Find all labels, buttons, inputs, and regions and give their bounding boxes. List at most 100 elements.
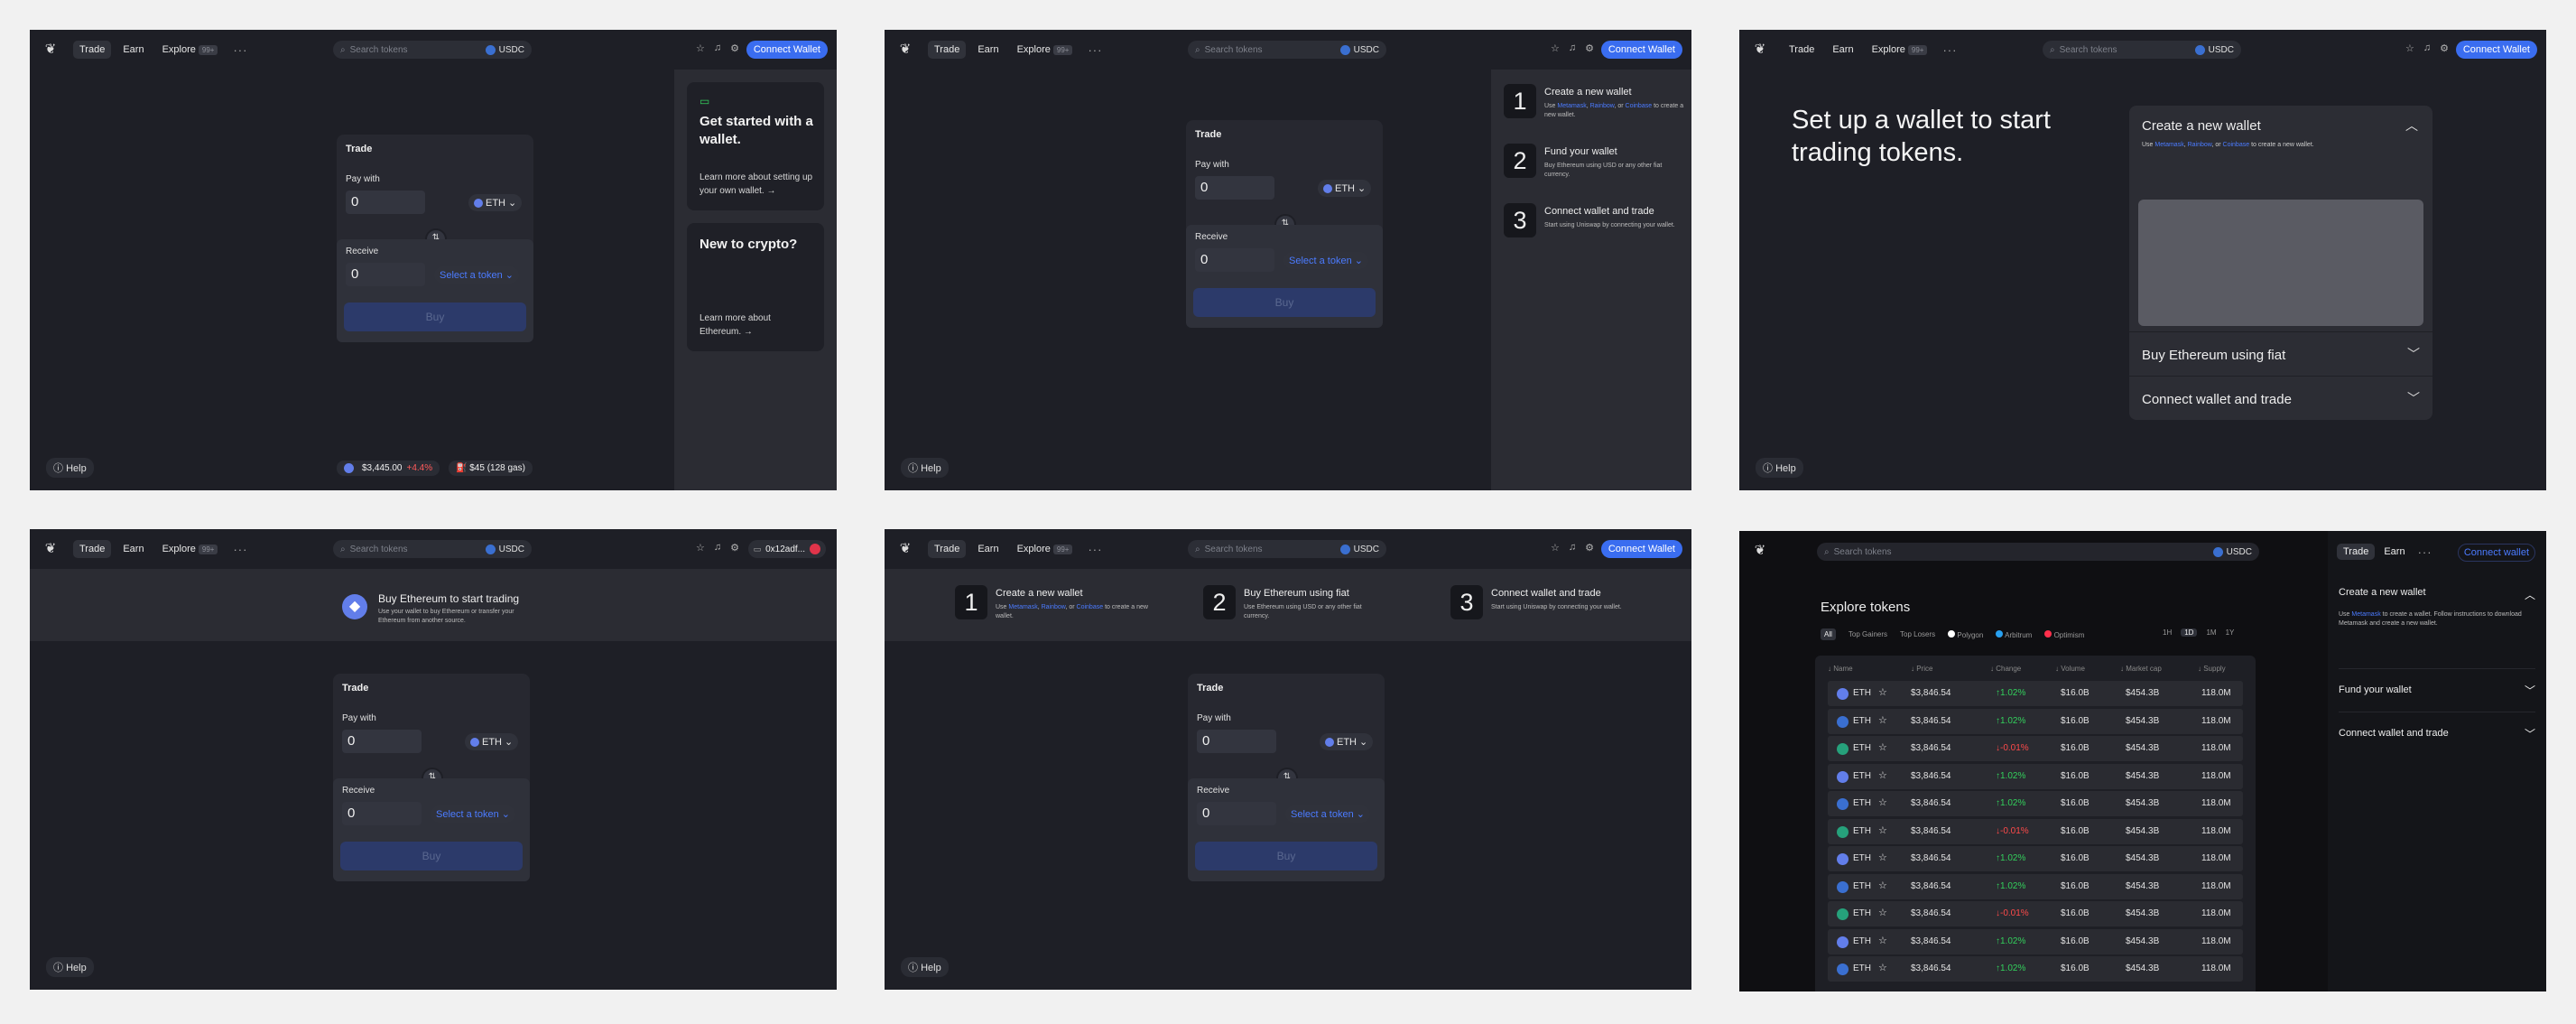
search-input[interactable]: ⌕ Search tokens USDC: [2043, 41, 2241, 59]
filter-all[interactable]: All: [1821, 628, 1836, 640]
receive-amount-input[interactable]: 0: [1195, 248, 1274, 272]
col-supply[interactable]: ↓ Supply: [2198, 665, 2226, 673]
select-token-button[interactable]: Select a token ⌄: [434, 266, 519, 284]
gear-icon[interactable]: ⚙: [730, 542, 739, 554]
nav-explore[interactable]: Explore 99+: [156, 41, 225, 59]
chevron-up-icon[interactable]: ︿: [2405, 116, 2418, 135]
star-icon[interactable]: ☆: [1878, 935, 1887, 946]
col-volume[interactable]: ↓ Volume: [2055, 665, 2085, 673]
table-row[interactable]: ETH $3,846.54 ↑1.02% $16.0B $454.3B 118.0M ☆: [1828, 846, 2243, 871]
star-icon[interactable]: ☆: [1551, 42, 1560, 54]
rainbow-link[interactable]: Rainbow: [2188, 142, 2212, 148]
pay-token-selector[interactable]: ETH ⌄: [1318, 180, 1372, 197]
connect-wallet-button[interactable]: Connect Wallet: [2455, 41, 2537, 59]
table-row[interactable]: ETH $3,846.54 ↑1.02% $16.0B $454.3B 118.0M ☆: [1828, 928, 2243, 954]
star-icon[interactable]: ☆: [696, 542, 705, 554]
gear-icon[interactable]: ⚙: [730, 42, 739, 54]
bell-icon[interactable]: ♫: [1569, 42, 1576, 54]
gear-icon[interactable]: ⚙: [2440, 42, 2449, 54]
nav-explore[interactable]: Explore 99+: [1011, 41, 1080, 59]
nav-trade[interactable]: Trade: [928, 41, 967, 59]
select-token-button[interactable]: Select a token ⌄: [1285, 805, 1370, 823]
star-icon[interactable]: ☆: [1878, 796, 1887, 808]
connect-wallet-button[interactable]: Connect Wallet: [1600, 540, 1682, 558]
help-button[interactable]: ⓘ Help: [901, 458, 949, 478]
account-button[interactable]: ▭ 0x12adf...: [747, 540, 826, 558]
nav-trade[interactable]: Trade: [928, 540, 967, 558]
pay-amount-input[interactable]: 0: [1197, 730, 1276, 753]
search-input[interactable]: ⌕ Search tokens USDC: [1188, 540, 1386, 558]
more-menu-icon[interactable]: ···: [229, 543, 251, 556]
filter-optimism[interactable]: Optimism: [2044, 629, 2084, 639]
more-menu-icon[interactable]: ···: [1939, 43, 1960, 57]
help-button[interactable]: ⓘ Help: [46, 458, 94, 478]
star-icon[interactable]: ☆: [1878, 714, 1887, 726]
period-1m[interactable]: 1M: [2206, 628, 2216, 637]
buy-button[interactable]: Buy: [344, 303, 526, 331]
new-to-crypto-link[interactable]: Learn more about Ethereum. →: [700, 312, 808, 339]
unicorn-logo-icon[interactable]: ❦: [897, 541, 913, 557]
accordion-title[interactable]: Create a new wallet: [2142, 118, 2261, 134]
currency-selector[interactable]: USDC: [2194, 44, 2234, 55]
period-1d[interactable]: 1D: [2181, 628, 2198, 637]
star-icon[interactable]: ☆: [1878, 880, 1887, 891]
new-to-crypto-card[interactable]: New to crypto? Learn more about Ethereum…: [687, 223, 824, 351]
select-token-button[interactable]: Select a token ⌄: [431, 805, 515, 823]
get-started-card[interactable]: ▭ Get started with a wallet. Learn more …: [687, 82, 824, 210]
video-placeholder[interactable]: [2138, 200, 2423, 326]
unicorn-logo-icon[interactable]: ❦: [42, 541, 59, 557]
currency-selector[interactable]: USDC: [1339, 44, 1379, 55]
receive-amount-input[interactable]: 0: [1197, 802, 1276, 825]
nav-earn[interactable]: Earn: [1826, 41, 1859, 59]
nav-trade[interactable]: Trade: [2337, 544, 2376, 560]
pay-amount-input[interactable]: 0: [1195, 176, 1274, 200]
accordion-title[interactable]: Create a new wallet: [2339, 587, 2535, 598]
receive-amount-input[interactable]: 0: [346, 263, 425, 286]
nav-trade[interactable]: Trade: [73, 41, 112, 59]
more-menu-icon[interactable]: ···: [229, 43, 251, 57]
period-1y[interactable]: 1Y: [2226, 628, 2235, 637]
star-icon[interactable]: ☆: [1878, 769, 1887, 781]
currency-selector[interactable]: USDC: [485, 44, 524, 55]
star-icon[interactable]: ☆: [1878, 824, 1887, 836]
help-button[interactable]: ⓘ Help: [46, 957, 94, 977]
get-started-link[interactable]: Learn more about setting up your own wal…: [700, 171, 817, 198]
nav-earn[interactable]: Earn: [971, 41, 1005, 59]
unicorn-logo-icon[interactable]: ❦: [897, 42, 913, 58]
star-icon[interactable]: ☆: [1878, 907, 1887, 918]
filter-arbitrum[interactable]: Arbitrum: [1996, 629, 2032, 639]
nav-trade[interactable]: Trade: [73, 540, 112, 558]
connect-wallet-button[interactable]: Connect wallet: [2457, 544, 2535, 562]
rainbow-link[interactable]: Rainbow: [1042, 604, 1066, 610]
receive-amount-input[interactable]: 0: [342, 802, 422, 825]
table-row[interactable]: ETH $3,846.54 ↑1.02% $16.0B $454.3B 118.0M ☆: [1828, 791, 2243, 816]
more-menu-icon[interactable]: ···: [1084, 43, 1106, 57]
nav-trade[interactable]: Trade: [1783, 41, 1821, 59]
pay-token-selector[interactable]: ETH ⌄: [1320, 733, 1374, 750]
help-button[interactable]: ⓘ Help: [901, 957, 949, 977]
search-input[interactable]: ⌕ Search tokens USDC: [333, 41, 532, 59]
filter-top-gainers[interactable]: Top Gainers: [1849, 630, 1887, 638]
nav-earn[interactable]: Earn: [2382, 544, 2406, 560]
col-price[interactable]: ↓ Price: [1911, 665, 1932, 673]
nav-explore[interactable]: Explore 99+: [1011, 540, 1080, 558]
side-accordion-connect[interactable]: Connect wallet and trade ﹀: [2339, 712, 2535, 755]
accordion-connect-wallet[interactable]: Connect wallet and trade ﹀: [2129, 376, 2432, 420]
nav-explore[interactable]: Explore 99+: [1866, 41, 1934, 59]
table-row[interactable]: ETH $3,846.54 ↑1.02% $16.0B $454.3B 118.0M ☆: [1828, 708, 2243, 734]
table-row[interactable]: ETH $3,846.54 ↓-0.01% $16.0B $454.3B 118.0M ☆: [1828, 901, 2243, 926]
star-icon[interactable]: ☆: [1878, 962, 1887, 973]
col-market-cap[interactable]: ↓ Market cap: [2120, 665, 2162, 673]
table-row[interactable]: ETH $3,846.54 ↑1.02% $16.0B $454.3B 118.0M ☆: [1828, 763, 2243, 789]
pay-amount-input[interactable]: 0: [342, 730, 422, 753]
bell-icon[interactable]: ♫: [2423, 42, 2431, 54]
bell-icon[interactable]: ♫: [714, 542, 721, 554]
star-icon[interactable]: ☆: [1878, 686, 1887, 698]
star-icon[interactable]: ☆: [2405, 42, 2414, 54]
nav-earn[interactable]: Earn: [971, 540, 1005, 558]
connect-wallet-button[interactable]: Connect Wallet: [746, 41, 828, 59]
metamask-link[interactable]: Metamask: [1008, 604, 1037, 610]
unicorn-logo-icon[interactable]: ❦: [42, 42, 59, 58]
star-icon[interactable]: ☆: [696, 42, 705, 54]
chevron-up-icon[interactable]: ︿: [2525, 587, 2535, 602]
